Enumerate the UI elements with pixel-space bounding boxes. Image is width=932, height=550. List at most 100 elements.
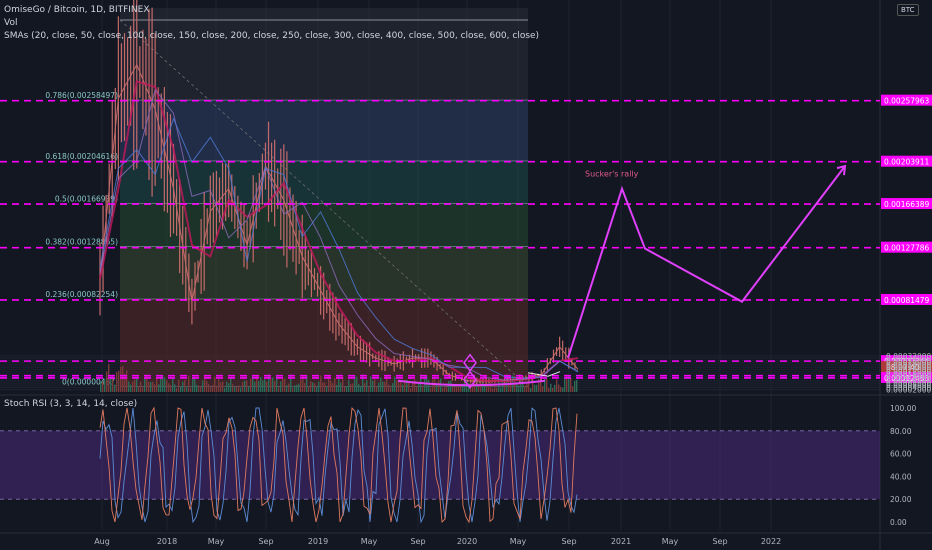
volume-bar (164, 377, 166, 392)
volume-bar (478, 386, 480, 392)
volume-bar (574, 380, 576, 392)
volume-bar (226, 381, 228, 392)
fib-zone (120, 100, 528, 161)
volume-bar (178, 379, 180, 392)
volume-bar (336, 384, 338, 392)
stoch-rsi-legend: Stoch RSI (3, 3, 14, 14, close) (4, 399, 138, 409)
volume-bar (266, 381, 268, 392)
volume-bar (456, 385, 458, 392)
volume-bar (554, 384, 556, 392)
volume-bar (224, 387, 226, 392)
volume-bar (230, 377, 232, 392)
volume-bar (530, 387, 532, 392)
volume-bar (220, 382, 222, 392)
volume-bar (430, 387, 432, 392)
stoch-tick-label: 40.00 (890, 472, 912, 481)
volume-bar (324, 382, 326, 392)
volume-bar (388, 384, 390, 392)
volume-bar (212, 384, 214, 392)
time-tick-label: May (361, 537, 378, 546)
volume-bar (190, 387, 192, 392)
volume-bar (126, 370, 128, 392)
volume-bar (304, 383, 306, 392)
volume-bar (438, 379, 440, 392)
volume-bar (244, 380, 246, 392)
volume-bar (364, 383, 366, 392)
volume-bar (114, 384, 116, 392)
volume-bar (458, 386, 460, 392)
volume-bar (270, 378, 272, 392)
volume-bar (316, 387, 318, 392)
volume-bar (138, 386, 140, 392)
volume-bar (296, 384, 298, 392)
volume-bar (234, 386, 236, 392)
volume-bar (176, 387, 178, 392)
volume-bar (228, 383, 230, 392)
volume-bar (398, 381, 400, 392)
time-tick-label: May (208, 537, 225, 546)
volume-bar (390, 387, 392, 392)
volume-bar (196, 384, 198, 392)
price-axis[interactable]: 0.000320000.000300000.000280000.00026000… (886, 352, 932, 527)
volume-bar (104, 379, 106, 392)
volume-bar (450, 380, 452, 392)
volume-bar (510, 383, 512, 392)
time-tick-label: 2018 (157, 537, 177, 546)
volume-bar (242, 381, 244, 392)
volume-bar (480, 382, 482, 392)
volume-bar (370, 376, 372, 392)
volume-bar (158, 384, 160, 392)
volume-bar (356, 376, 358, 392)
volume-bar (232, 384, 234, 392)
volume-bar (360, 386, 362, 392)
volume-bar (320, 375, 322, 392)
volume-bar (400, 381, 402, 392)
annotation-label: Sucker's rally (585, 170, 639, 179)
volume-bar (180, 386, 182, 392)
volume-bar (250, 378, 252, 392)
volume-bar (368, 386, 370, 392)
volume-bar (206, 381, 208, 392)
volume-bar (208, 384, 210, 392)
chart-canvas[interactable]: 0.786(0.00258497)0.618(0.00204616)0.5(0.… (0, 0, 932, 550)
volume-bar (120, 366, 122, 392)
volume-bar (382, 381, 384, 392)
volume-bar (186, 386, 188, 392)
time-tick-label: Sep (561, 537, 576, 546)
stoch-tick-label: 80.00 (890, 427, 912, 436)
volume-bar (416, 386, 418, 392)
volume-bar (464, 381, 466, 392)
volume-bar (124, 373, 126, 392)
volume-bar (106, 371, 108, 392)
volume-bar (526, 382, 528, 392)
volume-bar (262, 380, 264, 392)
volume-bar (576, 379, 578, 392)
volume-bar (194, 378, 196, 392)
volume-bar (332, 383, 334, 392)
volume-bar (280, 381, 282, 392)
volume-bar (358, 384, 360, 392)
volume-bar (128, 381, 130, 392)
volume-bar (444, 386, 446, 392)
volume-bar (342, 376, 344, 392)
volume-bar (326, 386, 328, 392)
volume-bar (452, 386, 454, 392)
volume-bar (192, 378, 194, 392)
currency-button[interactable]: BTC (897, 4, 919, 16)
volume-bar (542, 386, 544, 392)
volume-bar (254, 381, 256, 392)
volume-bar (150, 381, 152, 392)
time-axis[interactable]: Aug 2018 May Sep 2019 May Sep 2020 May Sep 2021 May… (94, 537, 781, 546)
volume-bar (448, 381, 450, 392)
volume-bar (122, 365, 124, 392)
volume-bar (402, 384, 404, 392)
volume-bar (294, 385, 296, 392)
volume-bar (188, 375, 190, 392)
volume-bar (300, 379, 302, 392)
volume-bar (562, 387, 564, 392)
level-label: 0.00166389 (884, 200, 930, 209)
volume-bar (334, 377, 336, 392)
volume-bar (546, 378, 548, 392)
volume-bar (310, 381, 312, 392)
fib-zone (120, 203, 528, 247)
